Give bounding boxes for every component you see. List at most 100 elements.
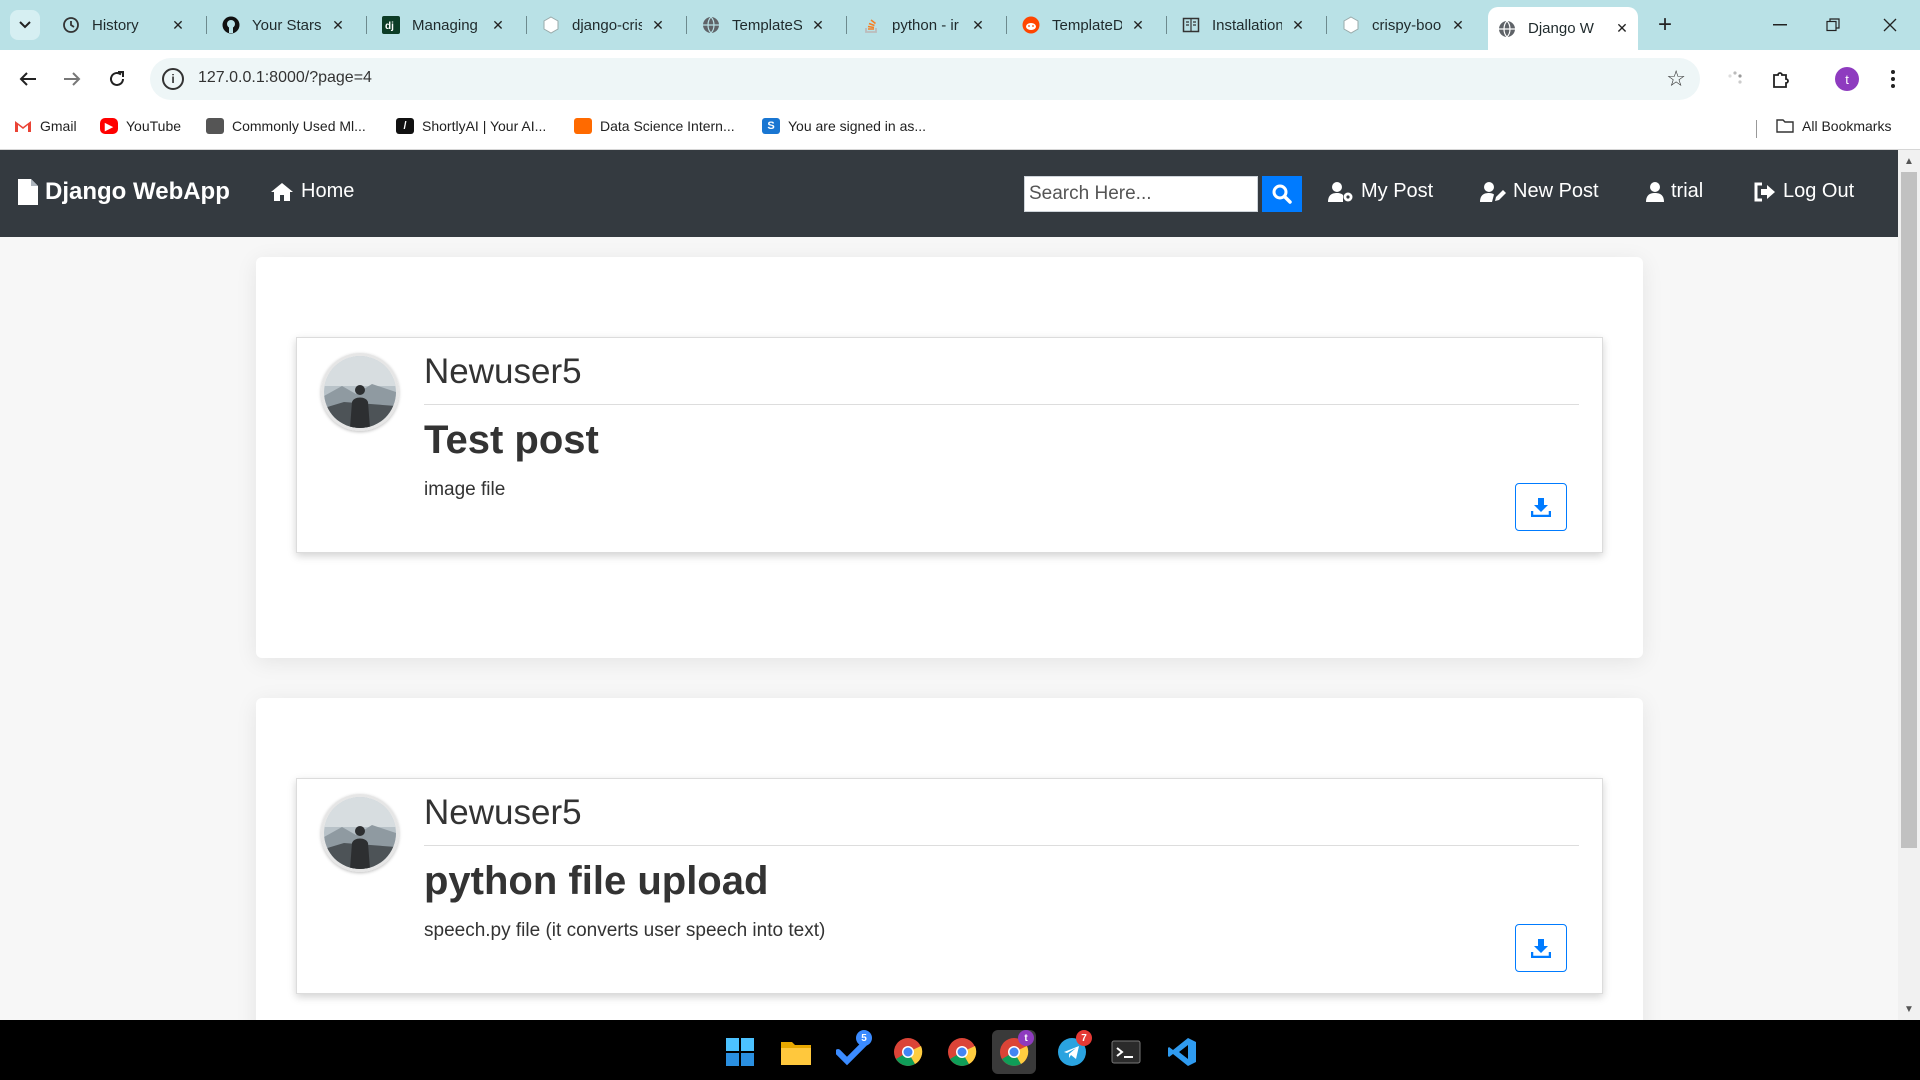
- post-content: image file: [424, 479, 506, 500]
- tab-crispy-bootstrap[interactable]: crispy-boo ✕: [1332, 7, 1474, 43]
- file-icon: [18, 179, 38, 205]
- vscode-button[interactable]: [1160, 1030, 1204, 1074]
- bookmark-label: ShortlyAI | Your AI...: [422, 118, 547, 134]
- search-button[interactable]: [1262, 176, 1302, 212]
- bookmark-ml[interactable]: Commonly Used Ml...: [206, 118, 366, 134]
- telegram-button[interactable]: 7: [1050, 1030, 1094, 1074]
- close-icon[interactable]: ✕: [170, 17, 186, 34]
- menu-button[interactable]: [1880, 66, 1906, 92]
- search-input[interactable]: [1024, 176, 1258, 212]
- bookmark-label: Data Science Intern...: [600, 118, 735, 134]
- bookmark-star-icon[interactable]: ☆: [1666, 66, 1686, 92]
- nav-logout-link[interactable]: Log Out: [1754, 180, 1854, 203]
- tab-title: Django W: [1528, 20, 1594, 37]
- tab-managing[interactable]: dj Managing ✕: [372, 7, 514, 43]
- brand-link[interactable]: Django WebApp: [18, 178, 230, 206]
- author-avatar[interactable]: [321, 353, 399, 431]
- file-explorer-button[interactable]: [774, 1030, 818, 1074]
- nav-profile-link[interactable]: trial: [1646, 180, 1703, 203]
- bookmark-data-science[interactable]: Data Science Intern...: [574, 118, 735, 134]
- tab-templated[interactable]: TemplateD ✕: [1012, 7, 1154, 43]
- tab-title: History: [92, 16, 139, 34]
- close-icon[interactable]: ✕: [1450, 17, 1466, 34]
- tab-title: crispy-boo: [1372, 16, 1442, 34]
- gmail-icon: [14, 118, 32, 134]
- tab-templates[interactable]: TemplateS ✕: [692, 7, 834, 43]
- chrome-active-button[interactable]: t: [992, 1030, 1036, 1074]
- tab-title: TemplateD: [1052, 16, 1122, 34]
- close-icon[interactable]: ✕: [330, 17, 346, 34]
- chrome-profile-button[interactable]: [940, 1030, 984, 1074]
- address-bar[interactable]: i 127.0.0.1:8000/?page=4 ☆: [150, 58, 1700, 100]
- bookmark-shortlyai[interactable]: / ShortlyAI | Your AI...: [396, 118, 546, 134]
- tab-separator: [1166, 16, 1167, 34]
- profile-button[interactable]: t: [1834, 66, 1860, 92]
- nav-my-post-link[interactable]: My Post: [1328, 180, 1433, 203]
- post-author[interactable]: Newuser5: [424, 793, 582, 833]
- url-text[interactable]: 127.0.0.1:8000/?page=4: [198, 69, 372, 87]
- minimize-icon: [1773, 24, 1787, 26]
- avatar: t: [1835, 67, 1859, 91]
- back-button[interactable]: [14, 65, 42, 93]
- scroll-down-icon[interactable]: ▼: [1898, 1000, 1920, 1018]
- post-title[interactable]: python file upload: [424, 859, 768, 904]
- minimize-button[interactable]: [1750, 8, 1810, 42]
- tab-python[interactable]: python - ir ✕: [852, 7, 994, 43]
- bookmark-signed-in[interactable]: S You are signed in as...: [762, 118, 926, 134]
- divider: [424, 845, 1579, 846]
- close-window-button[interactable]: [1860, 8, 1920, 42]
- book-icon: [1182, 16, 1200, 34]
- reddit-icon: [1022, 16, 1040, 34]
- terminal-icon: [1111, 1040, 1141, 1064]
- post-author[interactable]: Newuser5: [424, 352, 582, 392]
- close-icon[interactable]: ✕: [970, 17, 986, 34]
- avatar-image: [324, 356, 396, 428]
- bookmark-gmail[interactable]: Gmail: [14, 118, 77, 134]
- close-icon[interactable]: ✕: [490, 17, 506, 34]
- cube-icon: [542, 16, 560, 34]
- bookmark-separator: [1756, 120, 1757, 138]
- close-icon[interactable]: ✕: [810, 17, 826, 34]
- history-icon: [62, 16, 80, 34]
- extension-loading-icon[interactable]: [1722, 66, 1748, 92]
- site-info-icon[interactable]: i: [162, 68, 184, 90]
- author-avatar[interactable]: [321, 794, 399, 872]
- all-bookmarks-button[interactable]: All Bookmarks: [1776, 118, 1891, 134]
- chevron-down-icon: [19, 21, 31, 29]
- shortlyai-icon: /: [396, 118, 414, 134]
- tab-separator: [1326, 16, 1327, 34]
- user-edit-icon: [1480, 181, 1506, 202]
- close-icon[interactable]: ✕: [1290, 17, 1306, 34]
- tab-django-webapp[interactable]: Django W ✕: [1488, 7, 1638, 50]
- start-button[interactable]: [718, 1030, 762, 1074]
- forward-button[interactable]: [58, 65, 86, 93]
- tab-history[interactable]: History ✕: [52, 7, 194, 43]
- new-tab-button[interactable]: +: [1650, 10, 1680, 40]
- tab-your-stars[interactable]: Your Stars ✕: [212, 7, 354, 43]
- tab-title: Installation: [1212, 16, 1282, 34]
- windows-icon: [726, 1038, 754, 1066]
- close-icon[interactable]: ✕: [1130, 17, 1146, 34]
- page-scrollbar[interactable]: ▲ ▼: [1898, 150, 1920, 1020]
- post-title[interactable]: Test post: [424, 418, 599, 463]
- download-button[interactable]: [1515, 483, 1567, 531]
- nav-home-link[interactable]: Home: [270, 180, 354, 203]
- monitor-icon: [206, 118, 224, 134]
- todo-app-button[interactable]: 5: [830, 1030, 874, 1074]
- scroll-up-icon[interactable]: ▲: [1898, 152, 1920, 170]
- nav-new-post-link[interactable]: New Post: [1480, 180, 1599, 203]
- extensions-puzzle-icon[interactable]: [1768, 66, 1794, 92]
- stackoverflow-icon: [862, 16, 880, 34]
- terminal-button[interactable]: [1104, 1030, 1148, 1074]
- scrollbar-thumb[interactable]: [1901, 172, 1917, 848]
- bookmark-youtube[interactable]: ▶ YouTube: [100, 118, 181, 134]
- restore-button[interactable]: [1803, 8, 1863, 42]
- reload-button[interactable]: [103, 65, 131, 93]
- tab-django-crispy[interactable]: django-cris ✕: [532, 7, 674, 43]
- tab-search-button[interactable]: [10, 10, 40, 40]
- close-icon[interactable]: ✕: [650, 17, 666, 34]
- tab-installation[interactable]: Installation ✕: [1172, 7, 1314, 43]
- close-icon[interactable]: ✕: [1614, 20, 1630, 37]
- chrome-button[interactable]: [886, 1030, 930, 1074]
- download-button[interactable]: [1515, 924, 1567, 972]
